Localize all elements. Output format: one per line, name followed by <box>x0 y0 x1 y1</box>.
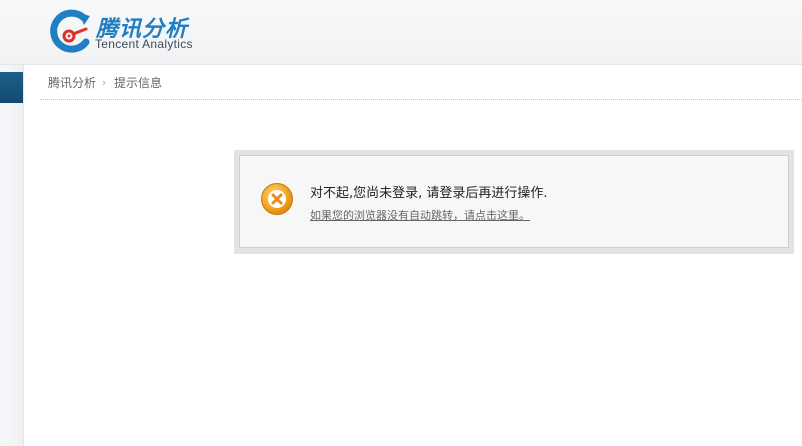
breadcrumb-current: 提示信息 <box>114 76 163 90</box>
message-panel: 对不起,您尚未登录, 请登录后再进行操作. 如果您的浏览器没有自动跳转，请点击这… <box>239 155 789 248</box>
logo-text-en: Tencent Analytics <box>95 37 193 51</box>
logo[interactable]: 腾讯分析 Tencent Analytics <box>46 8 216 56</box>
message-box: 对不起,您尚未登录, 请登录后再进行操作. 如果您的浏览器没有自动跳转，请点击这… <box>234 150 794 254</box>
tencent-analytics-logo-icon <box>50 9 90 53</box>
message-title: 对不起,您尚未登录, 请登录后再进行操作. <box>310 186 548 201</box>
sidebar-active-item[interactable] <box>0 72 23 103</box>
error-x-icon <box>261 183 293 215</box>
chevron-right-icon: › <box>102 76 107 89</box>
breadcrumb-home-link[interactable]: 腾讯分析 <box>48 75 96 91</box>
breadcrumb: 腾讯分析 › 提示信息 <box>40 65 802 100</box>
sidebar <box>0 65 24 446</box>
top-header: 腾讯分析 Tencent Analytics <box>0 0 802 65</box>
redirect-link[interactable]: 如果您的浏览器没有自动跳转，请点击这里。 <box>310 207 530 223</box>
